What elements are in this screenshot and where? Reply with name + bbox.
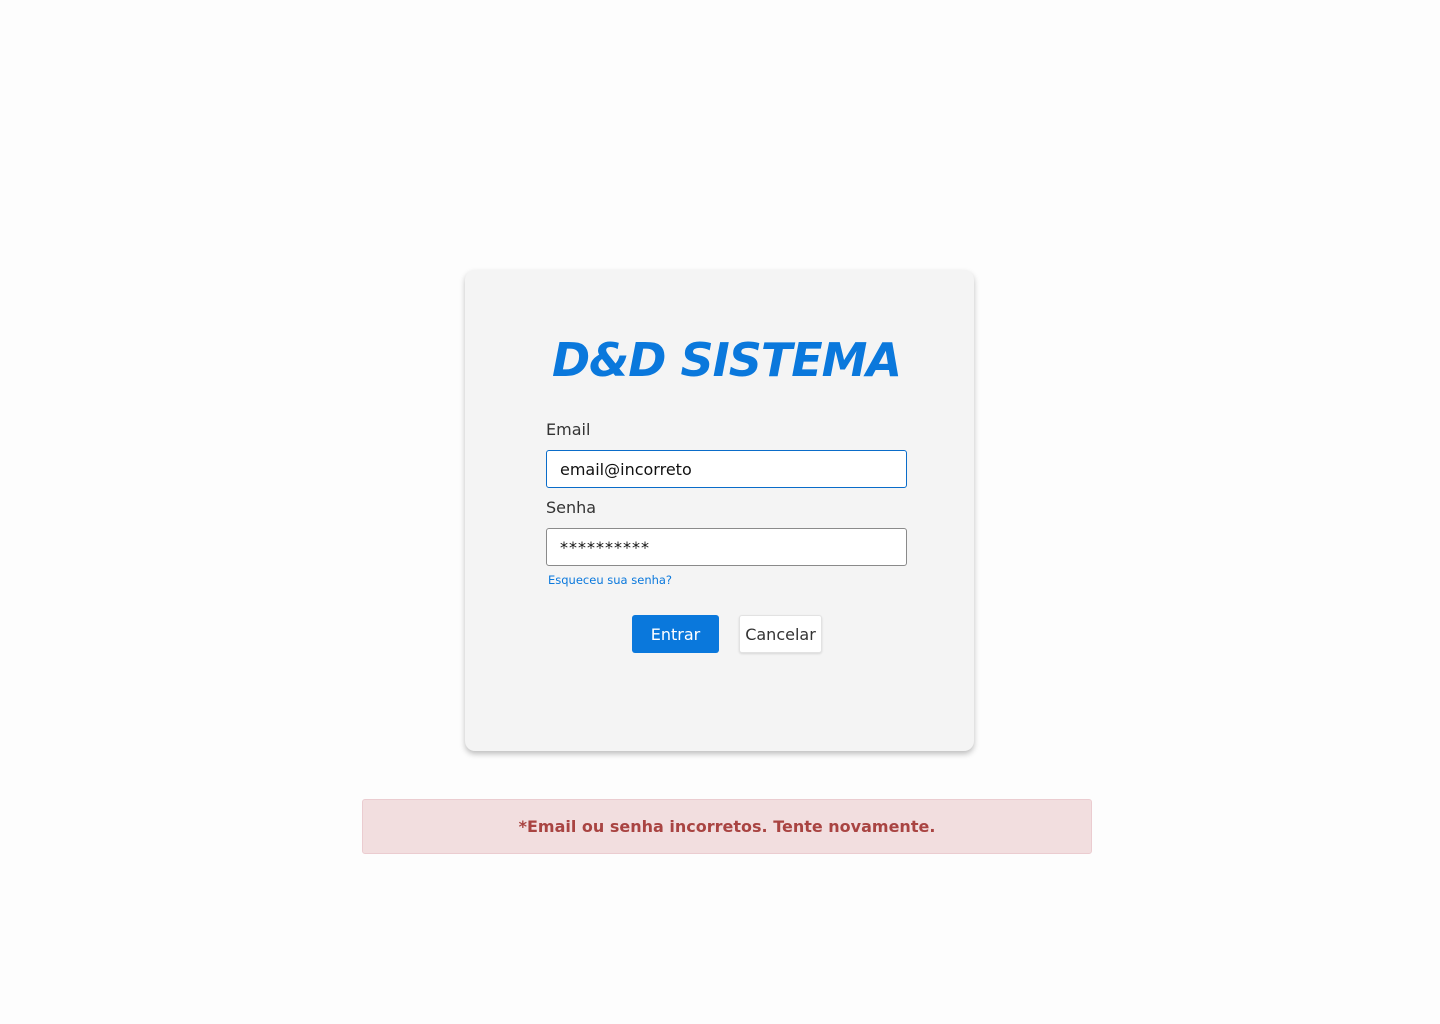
cancel-button[interactable]: Cancelar bbox=[739, 615, 822, 653]
error-alert: *Email ou senha incorretos. Tente novame… bbox=[362, 799, 1092, 854]
login-card: D&D SISTEMA Email Senha Esqueceu sua sen… bbox=[465, 270, 974, 751]
password-input[interactable] bbox=[546, 528, 907, 566]
error-message: *Email ou senha incorretos. Tente novame… bbox=[518, 817, 936, 836]
password-label: Senha bbox=[546, 498, 597, 517]
forgot-password-link[interactable]: Esqueceu sua senha? bbox=[548, 572, 672, 588]
brand-title: D&D SISTEMA bbox=[551, 333, 902, 387]
login-button[interactable]: Entrar bbox=[632, 615, 719, 653]
email-input[interactable] bbox=[546, 450, 907, 488]
email-label: Email bbox=[546, 420, 591, 439]
